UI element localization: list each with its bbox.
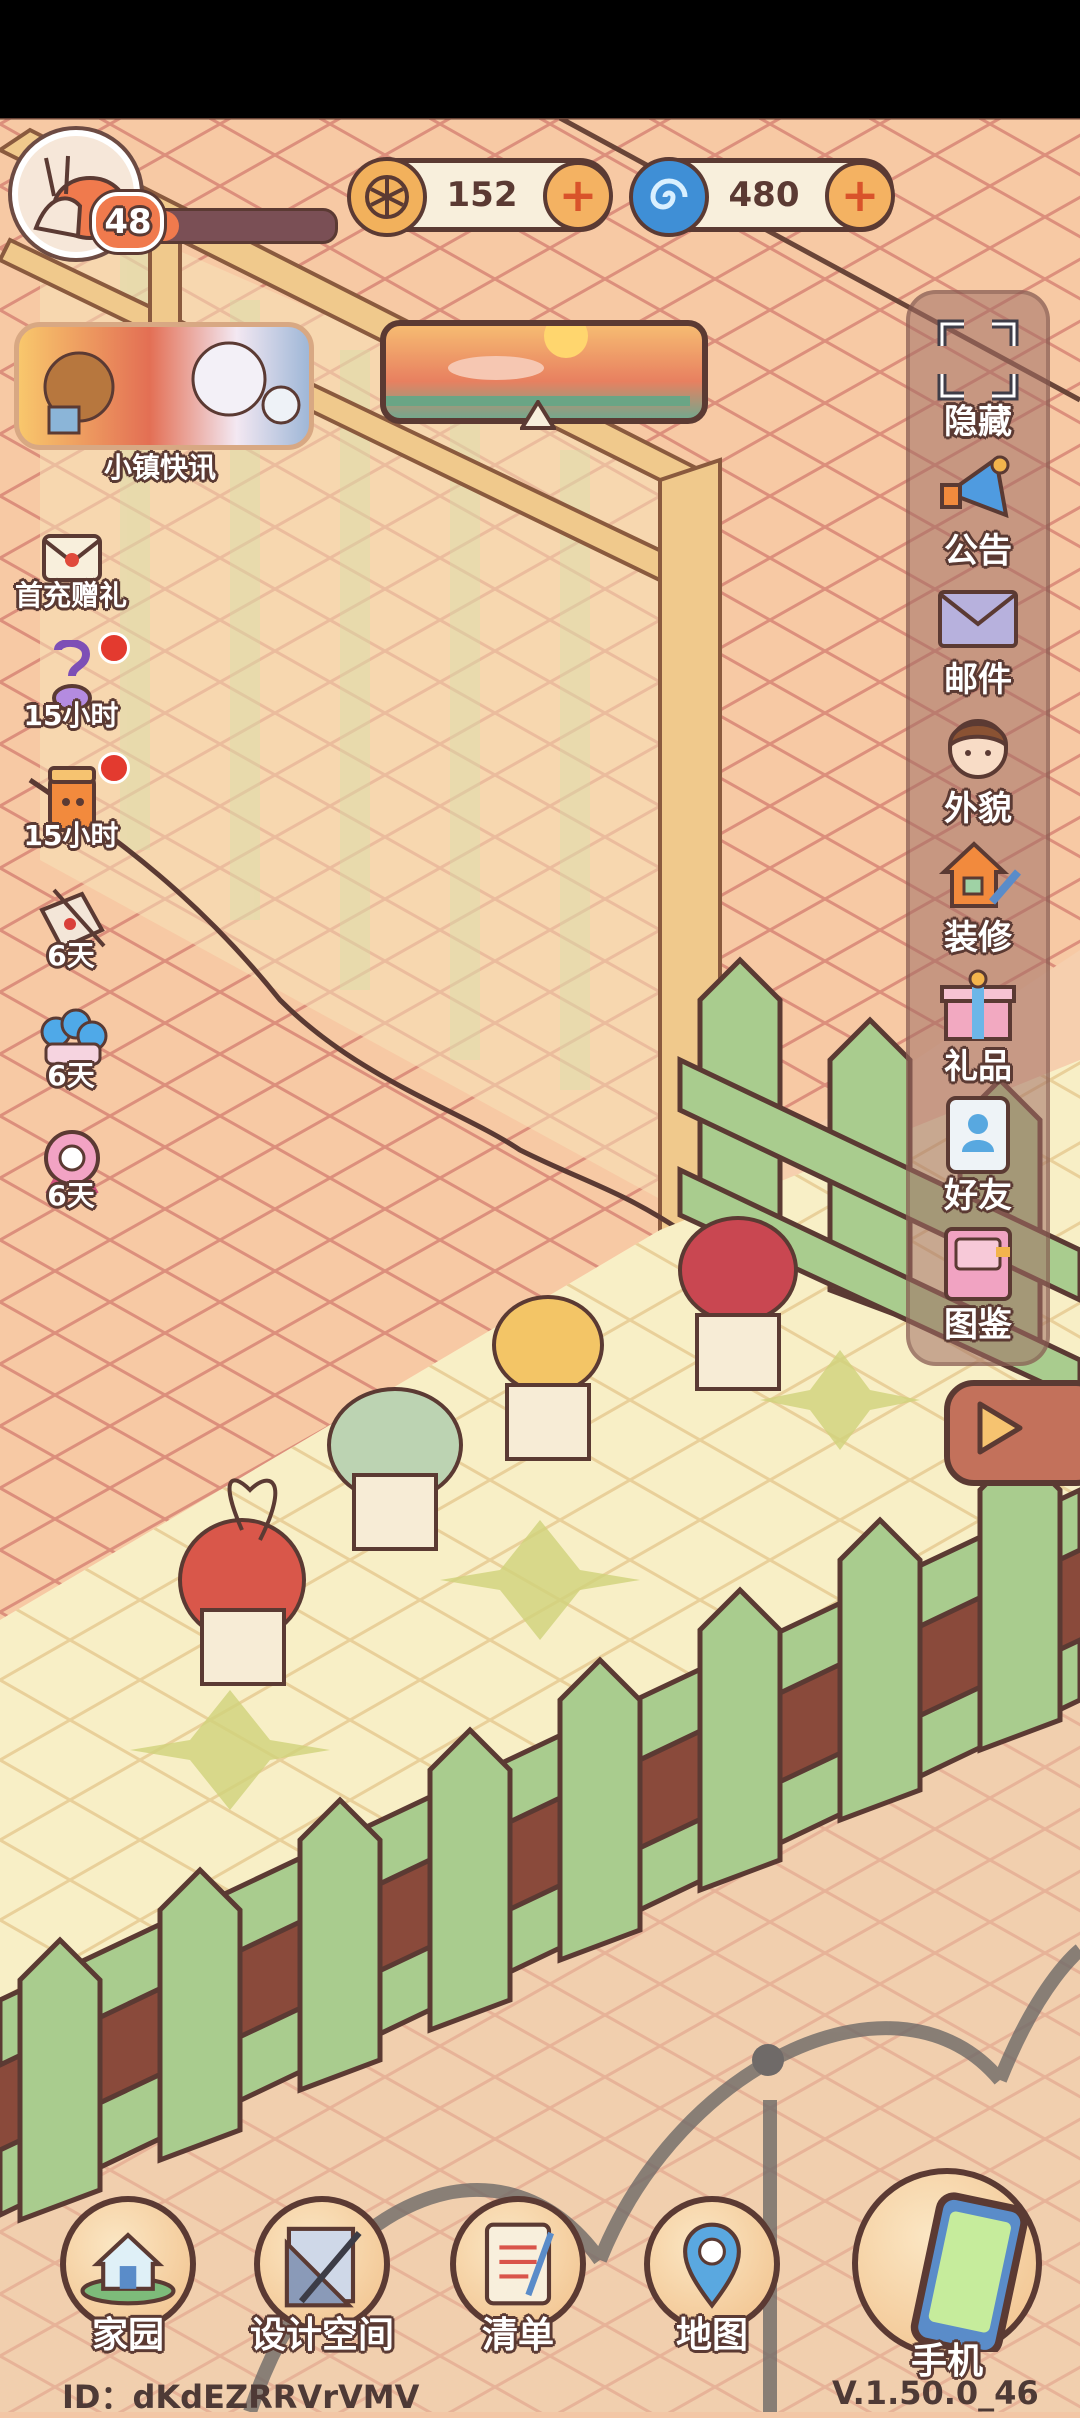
gem-value: 480 [728,175,800,215]
notification-dot [98,632,130,664]
event-button-4[interactable]: 6天 [16,1000,126,1110]
spiral-gem-icon [629,157,709,237]
news-characters-icon [43,341,301,435]
gift-box-icon [940,969,1016,1041]
side-menu-mail[interactable]: 邮件 [910,570,1046,700]
nav-checklist[interactable]: 清单 [450,2196,586,2372]
expand-play-button[interactable] [944,1380,1080,1486]
sunset-sky-icon [386,314,690,406]
nav-home[interactable]: 家园 [60,2196,196,2372]
side-menu-megaphone[interactable]: 公告 [910,441,1046,571]
event-label: 6天 [47,1179,95,1212]
event-label: 15小时 [23,819,119,852]
side-menu-label: 礼品 [944,1047,1012,1087]
level-progress-bar [142,208,338,244]
event-button-5[interactable]: 6天 [16,1120,126,1230]
nav-map-pin[interactable]: 地图 [644,2196,780,2372]
side-menu-label: 隐藏 [944,402,1012,442]
nav-label: 地图 [675,2315,748,2356]
town-news-banner[interactable] [14,322,314,450]
add-gem-button[interactable]: + [825,161,895,231]
side-menu-label: 图鉴 [944,1305,1012,1345]
hide-frame-icon [937,319,1019,401]
side-menu-label: 邮件 [944,660,1012,700]
phone-icon [910,2192,1028,2358]
side-menu-label: 好友 [944,1176,1012,1216]
house-wrench-icon [938,841,1022,908]
nav-design-ruler[interactable]: 设计空间 [250,2196,394,2372]
event-button-3[interactable]: 6天 [16,880,126,990]
friend-card-icon [946,1096,1010,1174]
coin-value: 152 [446,175,518,215]
gem-counter: 480 + [629,157,895,237]
player-level-badge: 48 [92,192,164,252]
notification-dot [98,752,130,784]
play-arrow-icon [977,1401,1023,1455]
megaphone-icon [940,455,1010,519]
side-menu-hide-frame[interactable]: 隐藏 [910,312,1046,442]
side-menu-gift-box[interactable]: 礼品 [910,957,1046,1087]
nav-label: 清单 [481,2315,554,2356]
nav-label: 家园 [91,2315,164,2356]
mail-icon [938,590,1018,648]
player-id: ID：dKdEZRRVrVMV [62,2378,420,2416]
side-menu-label: 公告 [944,531,1012,571]
side-menu-panel: 隐藏公告邮件外貌装修礼品好友图鉴 [906,290,1050,1366]
side-menu-label: 装修 [944,918,1012,958]
bubble-pointer-icon [518,398,558,430]
event-label: 6天 [47,939,95,972]
event-label: 15小时 [23,699,119,732]
event-label: 6天 [47,1059,95,1092]
event-button-0[interactable]: 首充赠礼 [15,520,127,630]
side-menu-album-book[interactable]: 图鉴 [910,1215,1046,1345]
coin-counter: 152 + [347,157,613,237]
coin-icon [347,157,427,237]
side-menu-character-face[interactable]: 外貌 [910,699,1046,829]
side-menu-friend-card[interactable]: 好友 [910,1086,1046,1216]
character-face-icon [947,719,1009,779]
event-button-1[interactable]: 15小时 [16,632,130,750]
album-book-icon [944,1227,1012,1301]
event-label: 首充赠礼 [14,579,127,612]
side-menu-label: 外貌 [944,789,1012,829]
event-button-2[interactable]: 15小时 [16,752,130,870]
version-label: V.1.50.0_46 [832,2374,1039,2412]
side-menu-house-wrench[interactable]: 装修 [910,828,1046,958]
nav-label: 设计空间 [249,2315,394,2356]
status-bar [0,0,1080,118]
town-news-label: 小镇快讯 [103,451,216,484]
nav-phone[interactable]: 手机 [852,2168,1042,2398]
add-coin-button[interactable]: + [543,161,613,231]
